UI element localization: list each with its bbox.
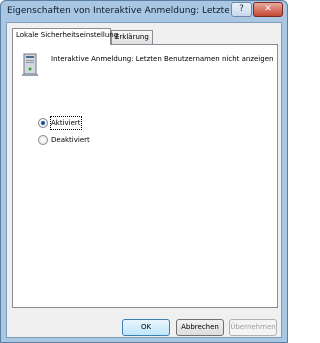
radio-disabled[interactable] [38,135,48,145]
tab-panel: Interaktive Anmeldung: Letzten Benutzern… [12,44,278,308]
policy-description: Interaktive Anmeldung: Letzten Benutzern… [51,55,274,63]
help-button[interactable]: ? [231,2,252,17]
properties-dialog: Eigenschaften von Interaktive Anmeldung:… [0,0,288,343]
radio-enabled[interactable] [38,118,48,128]
window-title: Eigenschaften von Interaktive Anmeldung:… [7,6,229,16]
ok-button[interactable]: OK [122,319,170,336]
close-button[interactable]: ✕ [253,2,283,17]
option-enabled-label[interactable]: Aktiviert [50,116,82,130]
computer-policy-icon [22,53,38,76]
option-disabled-label[interactable]: Deaktiviert [51,134,90,146]
title-bar[interactable]: Eigenschaften von Interaktive Anmeldung:… [1,1,287,21]
cancel-button[interactable]: Abbrechen [176,319,224,336]
apply-button[interactable]: Übernehmen [229,319,277,336]
dialog-body: Lokale Sicherheitseinstellung Erklärung … [6,22,282,338]
tab-local-security-setting[interactable]: Lokale Sicherheitseinstellung [12,28,118,45]
radio-selected-dot [41,121,45,125]
